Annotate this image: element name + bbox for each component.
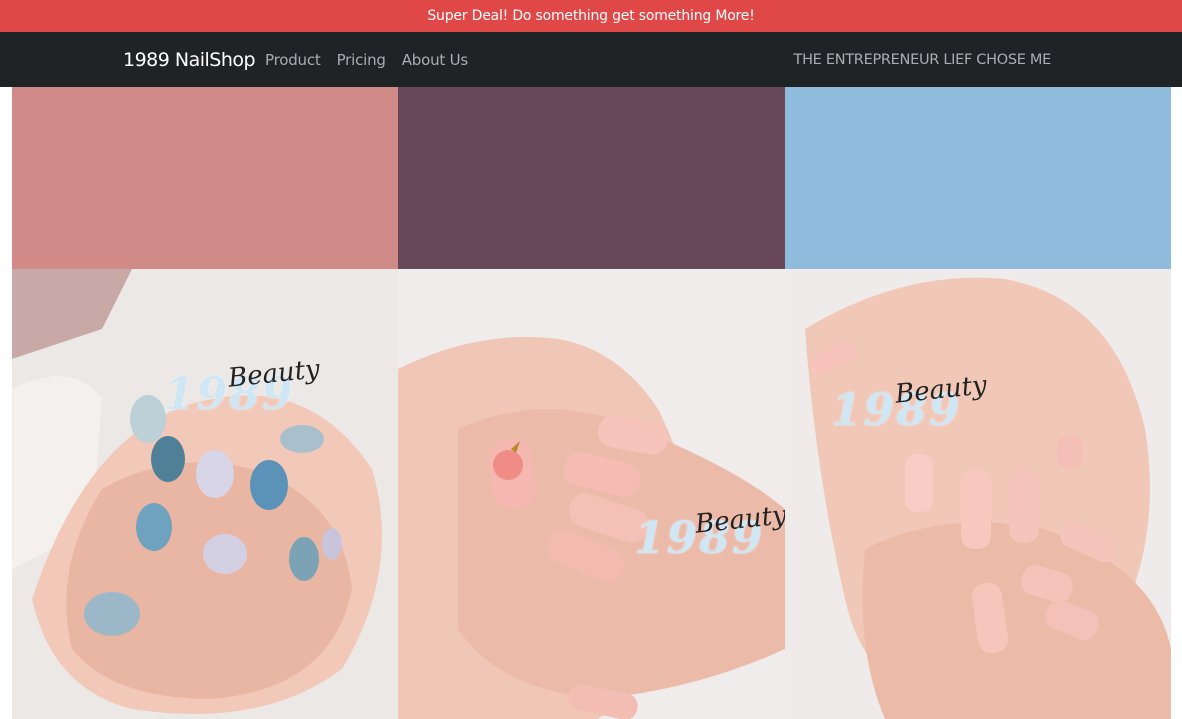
nav-link-pricing[interactable]: Pricing (337, 51, 386, 69)
color-swatch-plum (398, 87, 785, 269)
color-swatch-sky-blue (785, 87, 1171, 269)
color-swatch-rose (12, 87, 398, 269)
gallery-grid: 1989 Beauty 1989 Beauty 1989 Beauty (12, 87, 1171, 719)
nav-links: Product Pricing About Us (265, 32, 484, 87)
nail-art-pink-coffin-photo: 1989 Beauty (785, 269, 1171, 719)
nail-art-peach-photo: 1989 Beauty (398, 269, 785, 719)
nav-link-product[interactable]: Product (265, 51, 321, 69)
promo-banner: Super Deal! Do something get something M… (0, 0, 1182, 32)
nav-link-about-us[interactable]: About Us (402, 51, 469, 69)
promo-text: Super Deal! Do something get something M… (427, 8, 755, 24)
brand-logo-link[interactable]: 1989 NailShop (123, 32, 256, 87)
top-navbar: 1989 NailShop Product Pricing About Us T… (0, 32, 1182, 87)
nail-art-butterfly-photo: 1989 Beauty (12, 269, 398, 719)
nav-tagline: THE ENTREPRENEUR LIEF CHOSE ME (793, 51, 1052, 68)
